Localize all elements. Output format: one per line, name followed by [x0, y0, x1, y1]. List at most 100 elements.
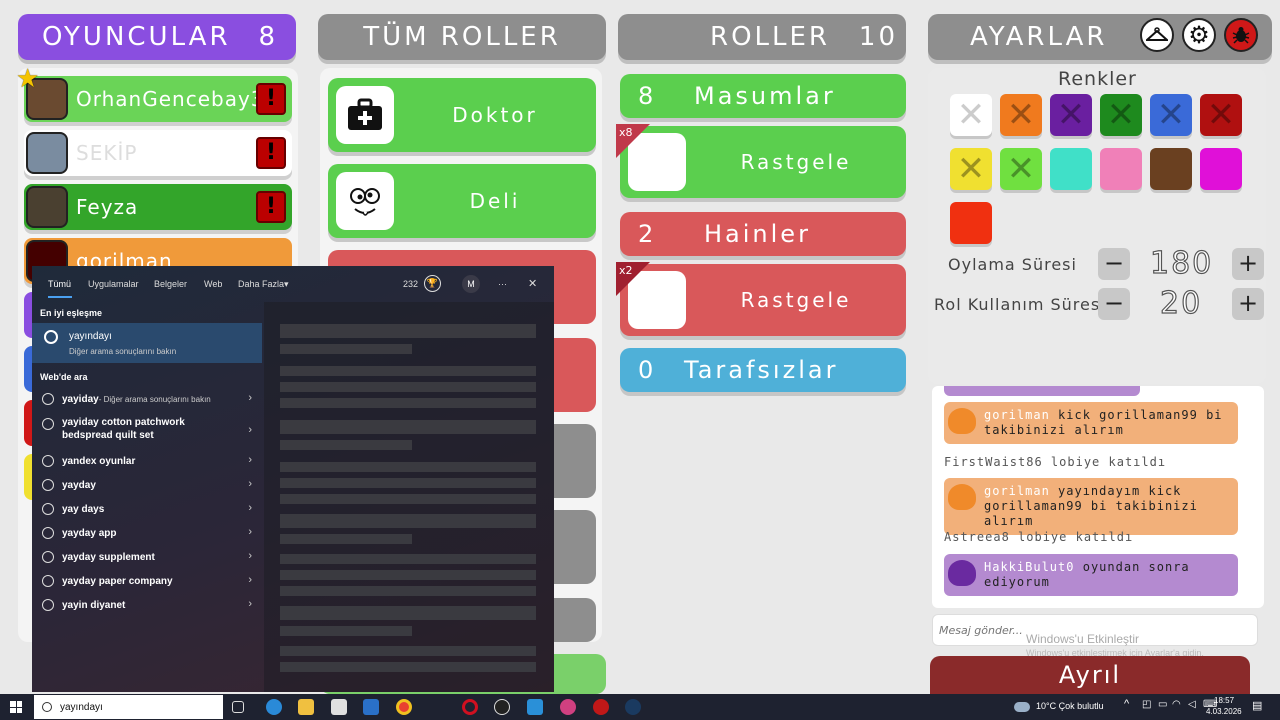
game-app-icon[interactable]	[593, 699, 609, 715]
color-swatch[interactable]	[1100, 148, 1142, 190]
random-role-card[interactable]: ? Rastgele	[620, 126, 906, 198]
obs-icon[interactable]	[494, 699, 510, 715]
best-match-item[interactable]: yayındayı Diğer arama sonuçlarını bakın	[32, 323, 262, 363]
web-result[interactable]: yayday app ›	[32, 521, 262, 545]
color-swatch[interactable]	[1200, 148, 1242, 190]
loading-placeholder	[280, 534, 412, 544]
tray-chevron-up-icon[interactable]: ^	[1124, 698, 1129, 710]
player-row[interactable]: OrhanGencebay3 !	[24, 76, 292, 122]
store-icon[interactable]	[331, 699, 347, 715]
opera-icon[interactable]	[462, 699, 478, 715]
leave-button[interactable]: Ayrıl	[930, 656, 1250, 694]
role-name: Deli	[469, 189, 521, 213]
player-row[interactable]: SEKİP !	[24, 130, 292, 176]
app-icon[interactable]	[527, 699, 543, 715]
taken-x-icon: ✕	[1206, 95, 1236, 135]
role-time-plus-button[interactable]: +	[1232, 288, 1264, 320]
color-swatch[interactable]: ✕	[950, 148, 992, 190]
tab-web[interactable]: Web	[204, 279, 222, 289]
web-result[interactable]: yandex oyunlar ›	[32, 449, 262, 473]
web-result[interactable]: yay days ›	[32, 497, 262, 521]
loading-placeholder	[280, 554, 536, 564]
kick-button[interactable]: !	[256, 83, 286, 115]
account-avatar[interactable]: M	[462, 275, 480, 293]
hanger-icon[interactable]	[1140, 18, 1174, 52]
web-result[interactable]: yayin diyanet ›	[32, 593, 262, 617]
bug-icon[interactable]	[1224, 18, 1258, 52]
color-swatch[interactable]: ✕	[1050, 94, 1092, 136]
color-swatch[interactable]: ✕	[1000, 94, 1042, 136]
color-swatch[interactable]	[950, 202, 992, 244]
kick-button[interactable]: !	[256, 191, 286, 223]
chat-message: HakkiBulut0 oyundan sonra ediyorum	[944, 554, 1238, 596]
tab-apps[interactable]: Uygulamalar	[88, 279, 139, 289]
multiplier-text: x2	[619, 264, 633, 277]
role-card-deli[interactable]: Deli	[328, 164, 596, 238]
notifications-icon[interactable]: ▤	[1252, 699, 1262, 712]
best-match-title: yayındayı	[69, 331, 112, 342]
network-icon[interactable]: ◰	[1142, 699, 1151, 710]
web-result[interactable]: yayday ›	[32, 473, 262, 497]
chevron-right-icon: ›	[248, 526, 252, 538]
chrome-icon[interactable]	[396, 699, 412, 715]
volume-icon[interactable]: ◁	[1188, 699, 1196, 710]
web-result[interactable]: yayday supplement ›	[32, 545, 262, 569]
wifi-icon[interactable]: ◠	[1172, 699, 1181, 710]
tab-all[interactable]: Tümü	[48, 279, 71, 289]
role-card-doktor[interactable]: Doktor	[328, 78, 596, 152]
task-view-icon[interactable]	[232, 701, 244, 713]
random-role-card[interactable]: ? Rastgele	[620, 264, 906, 336]
taken-x-icon: ✕	[956, 95, 986, 135]
mail-icon[interactable]	[363, 699, 379, 715]
player-row[interactable]: Feyza !	[24, 184, 292, 230]
steam-icon[interactable]	[625, 699, 641, 715]
vote-time-minus-button[interactable]: −	[1098, 248, 1130, 280]
file-explorer-icon[interactable]	[298, 699, 314, 715]
web-result-text: yayday app	[62, 527, 117, 539]
loading-placeholder	[280, 344, 412, 354]
gear-icon[interactable]: ⚙	[1182, 18, 1216, 52]
medkit-icon	[336, 86, 394, 144]
color-swatch[interactable]: ✕	[1000, 148, 1042, 190]
edge-icon[interactable]	[266, 699, 282, 715]
group-count: 8	[638, 82, 657, 110]
clock-date[interactable]: 4.03.2026	[1206, 707, 1242, 716]
close-icon[interactable]: ✕	[528, 277, 537, 290]
tab-documents[interactable]: Belgeler	[154, 279, 187, 289]
kick-button[interactable]: !	[256, 137, 286, 169]
roles-title: ROLLER	[710, 22, 830, 52]
color-swatch[interactable]: ✕	[1150, 94, 1192, 136]
player-blob-icon	[948, 408, 976, 434]
player-blob-icon	[948, 484, 976, 510]
activation-watermark-title: Windows'u Etkinleştir	[1026, 632, 1139, 646]
weather-text[interactable]: 10°C Çok bulutlu	[1036, 701, 1104, 711]
player-name: SEKİP	[76, 141, 138, 165]
trophy-icon[interactable]: 🏆	[424, 275, 441, 292]
display-icon[interactable]: ▭	[1158, 699, 1167, 710]
windows-start-icon[interactable]	[10, 701, 22, 713]
best-match-label: En iyi eşleşme	[40, 308, 103, 318]
rewards-points[interactable]: 232	[403, 279, 418, 289]
clock-time[interactable]: 18:57	[1214, 696, 1234, 705]
taskbar-search-box[interactable]: yayındayı	[34, 695, 223, 719]
app-icon[interactable]	[560, 699, 576, 715]
chevron-right-icon: ›	[248, 550, 252, 562]
color-swatch[interactable]: ✕	[1100, 94, 1142, 136]
crazy-face-icon	[336, 172, 394, 230]
chat-message: gorilman kick gorillaman99 bi takibinizi…	[944, 402, 1238, 444]
loading-placeholder	[280, 398, 536, 408]
taken-x-icon: ✕	[1156, 95, 1186, 135]
vote-time-plus-button[interactable]: +	[1232, 248, 1264, 280]
web-result[interactable]: yayday paper company ›	[32, 569, 262, 593]
color-swatch[interactable]: ✕	[950, 94, 992, 136]
web-result[interactable]: yayiday cotton patchwork bedspread quilt…	[32, 416, 262, 446]
color-swatch[interactable]: ✕	[1200, 94, 1242, 136]
color-swatch[interactable]	[1150, 148, 1192, 190]
web-result-text: yandex oyunlar	[62, 455, 136, 467]
web-result[interactable]: yayiday - Diğer arama sonuçlarını bakın …	[32, 387, 262, 411]
chevron-right-icon: ›	[248, 598, 252, 610]
role-time-minus-button[interactable]: −	[1098, 288, 1130, 320]
color-swatch[interactable]	[1050, 148, 1092, 190]
more-options-icon[interactable]: ···	[498, 279, 507, 289]
tab-more[interactable]: Daha Fazla	[238, 279, 284, 289]
